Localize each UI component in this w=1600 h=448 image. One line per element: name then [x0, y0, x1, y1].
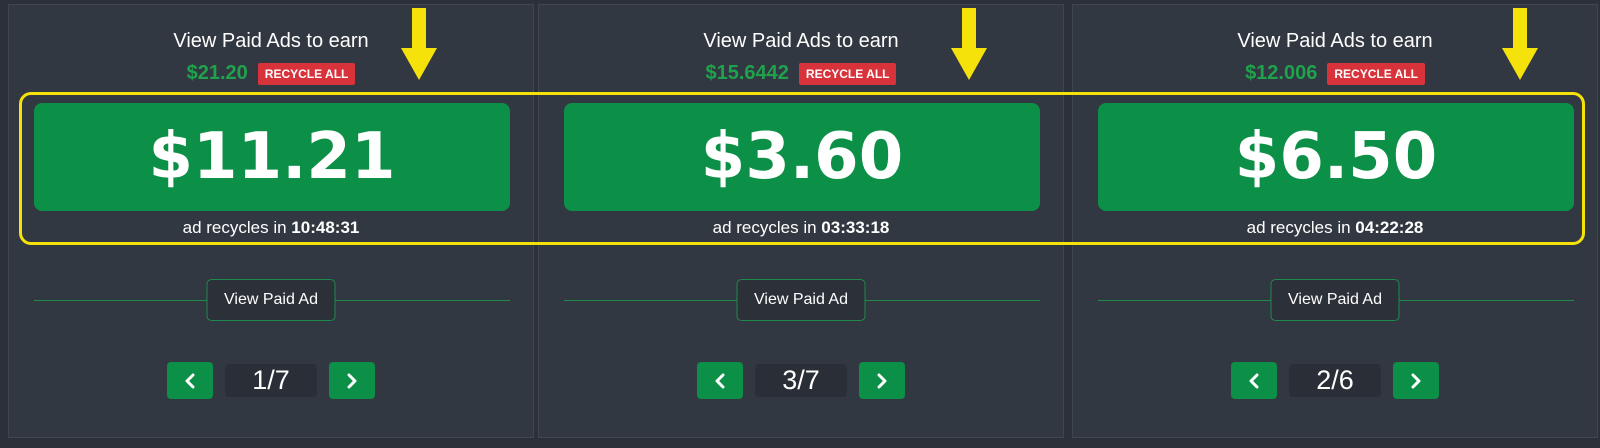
next-page-button[interactable] [329, 362, 375, 399]
pager: 1/7 [9, 362, 533, 399]
arrow-down-icon [401, 8, 437, 80]
arrow-down-icon [951, 8, 987, 80]
recycle-timer: ad recycles in 04:22:28 [1073, 218, 1597, 238]
page-indicator: 3/7 [755, 364, 847, 397]
page-indicator: 2/6 [1289, 364, 1381, 397]
next-page-button[interactable] [859, 362, 905, 399]
ad-panel-1: View Paid Ads to earn $21.20 RECYCLE ALL… [8, 4, 534, 438]
ad-price: $3.60 [700, 120, 904, 194]
recycle-timer-label: ad recycles in [182, 218, 287, 237]
recycle-timer-value: 04:22:28 [1355, 218, 1424, 237]
prev-page-button[interactable] [697, 362, 743, 399]
ad-price: $11.21 [148, 120, 396, 194]
recycle-all-button[interactable]: RECYCLE ALL [1327, 62, 1425, 85]
earn-amount: $15.6442 [705, 62, 789, 84]
ad-price: $6.50 [1234, 120, 1438, 194]
view-paid-ad-button[interactable]: View Paid Ad [206, 279, 336, 321]
chevron-right-icon [347, 373, 357, 388]
chevron-right-icon [877, 373, 887, 388]
recycle-all-button[interactable]: RECYCLE ALL [257, 62, 356, 85]
ad-price-box[interactable]: $6.50 [1098, 103, 1574, 211]
prev-page-button[interactable] [167, 362, 213, 399]
ad-price-box[interactable]: $3.60 [564, 103, 1040, 211]
chevron-left-icon [185, 373, 195, 388]
page-indicator: 1/7 [225, 364, 317, 397]
next-page-button[interactable] [1393, 362, 1439, 399]
prev-page-button[interactable] [1231, 362, 1277, 399]
view-paid-ad-button[interactable]: View Paid Ad [1270, 279, 1400, 321]
recycle-timer: ad recycles in 10:48:31 [9, 218, 533, 238]
recycle-timer: ad recycles in 03:33:18 [539, 218, 1063, 238]
recycle-timer-value: 10:48:31 [291, 218, 360, 237]
recycle-timer-label: ad recycles in [712, 218, 817, 237]
earn-amount: $12.006 [1245, 62, 1318, 84]
chevron-left-icon [715, 373, 725, 388]
ad-price-box[interactable]: $11.21 [34, 103, 510, 211]
pager: 2/6 [1073, 362, 1597, 399]
recycle-timer-label: ad recycles in [1246, 218, 1351, 237]
arrow-down-icon [1502, 8, 1538, 80]
pager: 3/7 [539, 362, 1063, 399]
recycle-timer-value: 03:33:18 [821, 218, 890, 237]
panel-title: View Paid Ads to earn [173, 30, 369, 52]
earn-amount: $21.20 [186, 62, 248, 84]
earn-row: $21.20 RECYCLE ALL [9, 62, 533, 85]
recycle-all-button[interactable]: RECYCLE ALL [798, 62, 897, 85]
chevron-left-icon [1249, 373, 1259, 388]
chevron-right-icon [1411, 373, 1421, 388]
view-paid-ad-button[interactable]: View Paid Ad [736, 279, 866, 321]
